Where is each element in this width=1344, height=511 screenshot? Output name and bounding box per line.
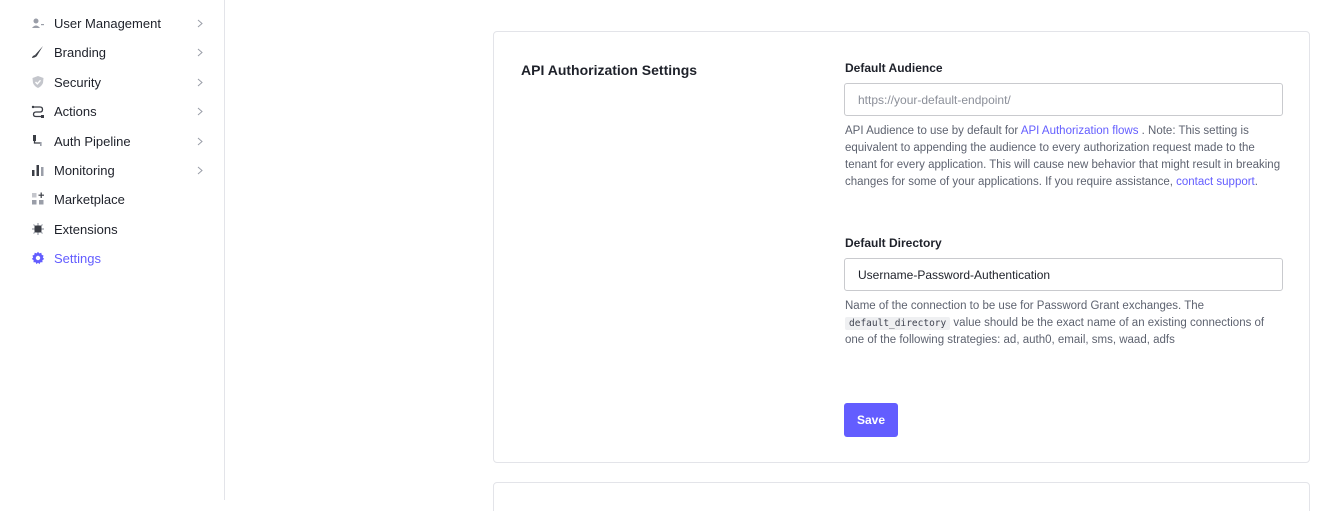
actions-icon: [30, 103, 46, 119]
sidebar-item-label: Extensions: [54, 221, 118, 237]
sidebar-item-label: Branding: [54, 44, 107, 60]
chevron-right-icon: [195, 163, 205, 177]
sidebar-item-branding[interactable]: Branding: [30, 41, 210, 63]
shield-icon: [30, 74, 46, 90]
default-audience-label: Default Audience: [845, 61, 943, 75]
sidebar-item-security[interactable]: Security: [30, 71, 210, 93]
help-text: Name of the connection to be use for Pas…: [845, 300, 1205, 312]
save-button[interactable]: Save: [844, 403, 898, 437]
gear-icon: [30, 250, 46, 266]
help-text: API Audience to use by default for: [845, 125, 1021, 137]
api-authorization-settings-card: API Authorization Settings Default Audie…: [493, 31, 1310, 463]
next-settings-card: [493, 482, 1310, 511]
sidebar: User Management Branding Security Action…: [0, 0, 225, 500]
chevron-right-icon: [195, 134, 205, 148]
sidebar-item-user-management[interactable]: User Management: [30, 12, 210, 34]
help-text: .: [1254, 176, 1258, 188]
grid-plus-icon: [30, 191, 46, 207]
default-audience-input[interactable]: [844, 83, 1283, 116]
sidebar-item-actions[interactable]: Actions: [30, 100, 210, 122]
sidebar-item-settings[interactable]: Settings: [30, 247, 210, 269]
bar-chart-icon: [30, 162, 46, 178]
sidebar-item-label: Settings: [54, 250, 101, 266]
section-title: API Authorization Settings: [521, 62, 698, 78]
default-directory-help: Name of the connection to be use for Pas…: [845, 298, 1285, 349]
pipeline-icon: [30, 133, 46, 149]
sidebar-item-monitoring[interactable]: Monitoring: [30, 159, 210, 181]
sidebar-item-label: Auth Pipeline: [54, 133, 131, 149]
default-directory-label: Default Directory: [845, 236, 942, 250]
sidebar-item-auth-pipeline[interactable]: Auth Pipeline: [30, 130, 210, 152]
contact-support-link[interactable]: contact support: [1176, 176, 1255, 188]
default-directory-input[interactable]: [844, 258, 1283, 291]
default-audience-help: API Audience to use by default for API A…: [845, 123, 1285, 191]
users-icon: [30, 15, 46, 31]
sidebar-item-label: Security: [54, 74, 101, 90]
brush-icon: [30, 44, 46, 60]
sidebar-item-label: Marketplace: [54, 191, 125, 207]
chevron-right-icon: [195, 75, 205, 89]
sidebar-item-label: Monitoring: [54, 162, 115, 178]
api-authorization-flows-link[interactable]: API Authorization flows: [1021, 125, 1139, 137]
chevron-right-icon: [195, 45, 205, 59]
chevron-right-icon: [195, 16, 205, 30]
sidebar-item-label: User Management: [54, 15, 161, 31]
sidebar-item-marketplace[interactable]: Marketplace: [30, 188, 210, 210]
default-directory-code: default_directory: [845, 317, 951, 330]
chevron-right-icon: [195, 104, 205, 118]
sidebar-item-extensions[interactable]: Extensions: [30, 218, 210, 240]
puzzle-icon: [30, 221, 46, 237]
sidebar-item-label: Actions: [54, 103, 97, 119]
